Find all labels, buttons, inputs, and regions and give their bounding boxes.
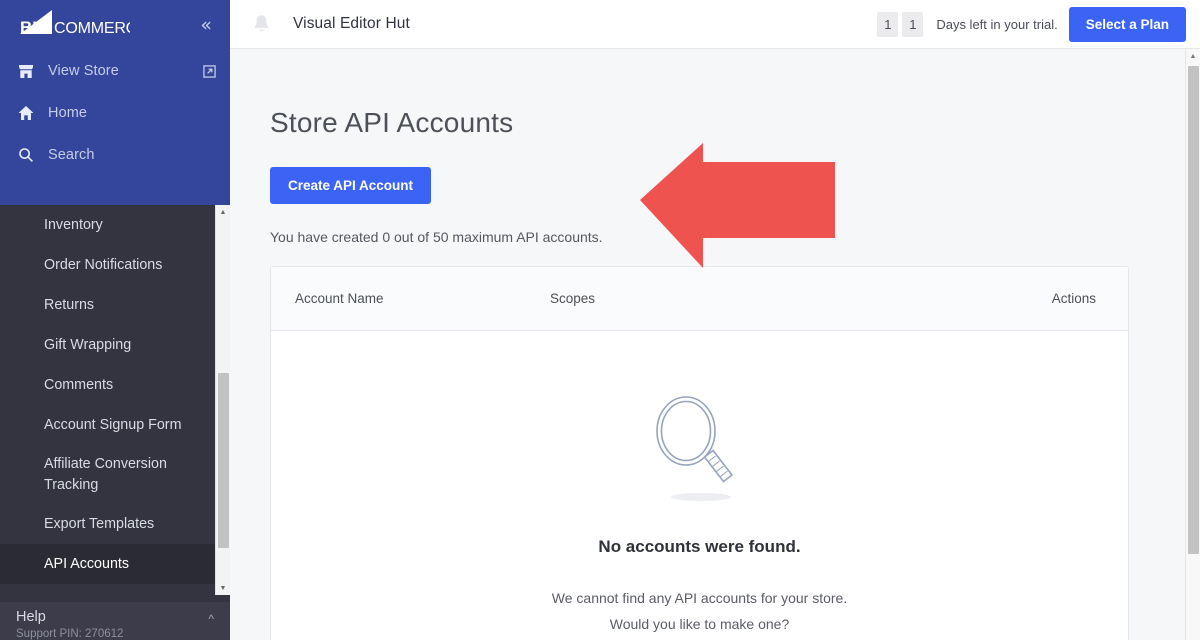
- column-header-account-name: Account Name: [295, 291, 384, 306]
- select-a-plan-button[interactable]: Select a Plan: [1068, 6, 1186, 42]
- sidebar-header: BIG COMMERCE « View Store: [0, 0, 230, 205]
- create-api-account-button[interactable]: Create API Account: [270, 167, 432, 204]
- sidebar-item-inventory[interactable]: Inventory: [0, 205, 230, 245]
- content-inner: Store API Accounts Create API Account Yo…: [230, 49, 1185, 640]
- store-title: Visual Editor Hut: [293, 15, 410, 32]
- bigcommerce-logo[interactable]: BIG COMMERCE: [12, 10, 130, 40]
- sidebar-subitem-label: Affiliate Conversion Tracking: [44, 456, 167, 493]
- sidebar-subitem-label: API Accounts: [44, 556, 130, 573]
- logo-row: BIG COMMERCE «: [0, 0, 230, 50]
- main-scrollbar-thumb[interactable]: [1188, 66, 1199, 554]
- page-title: Store API Accounts: [270, 107, 514, 138]
- caret-down-icon[interactable]: ▼: [216, 581, 230, 595]
- sidebar-subitem-label: Account Signup Form: [44, 416, 182, 433]
- sidebar-subitem-label: Returns: [44, 296, 95, 313]
- accounts-created-note: You have created 0 out of 50 maximum API…: [270, 229, 603, 245]
- sidebar-subitem-label: Inventory: [44, 216, 103, 233]
- sidebar-item-label: View Store: [48, 63, 119, 79]
- sidebar-submenu: Inventory Order Notifications Returns Gi…: [0, 205, 230, 640]
- content-scroll-area: Store API Accounts Create API Account Yo…: [230, 49, 1185, 640]
- sidebar-item-export-templates[interactable]: Export Templates: [0, 504, 230, 544]
- sidebar-item-gift-wrapping[interactable]: Gift Wrapping: [0, 325, 230, 365]
- sidebar-scrollbar-thumb[interactable]: [218, 373, 229, 548]
- sidebar-submenu-scroll-area: Inventory Order Notifications Returns Gi…: [0, 205, 230, 602]
- empty-state-title: No accounts were found.: [598, 537, 801, 556]
- svg-text:COMMERCE: COMMERCE: [54, 20, 130, 37]
- sidebar-subitem-label: Export Templates: [44, 516, 155, 533]
- sidebar-item-view-store[interactable]: View Store: [0, 50, 230, 92]
- magnifying-glass-illustration: [635, 389, 765, 511]
- sidebar-item-api-accounts[interactable]: API Accounts: [0, 544, 230, 585]
- caret-up-icon[interactable]: ▲: [1186, 49, 1200, 64]
- column-header-actions: Actions: [1051, 291, 1096, 306]
- help-title: Help: [16, 609, 46, 625]
- home-icon: [18, 105, 38, 121]
- trial-days-counter: 1 1: [877, 11, 924, 37]
- sidebar-item-affiliate-conversion-tracking[interactable]: Affiliate Conversion Tracking: [0, 445, 230, 504]
- bell-icon[interactable]: [252, 14, 271, 35]
- main-scrollbar[interactable]: ▲: [1185, 49, 1200, 640]
- app-root: BIG COMMERCE « View Store: [0, 0, 1200, 640]
- help-bar[interactable]: Help Support PIN: 270612 ^: [0, 602, 230, 640]
- chevron-up-icon[interactable]: ^: [208, 608, 214, 630]
- sidebar-item-account-signup-form[interactable]: Account Signup Form: [0, 405, 230, 445]
- sidebar-item-label: Home: [48, 105, 88, 121]
- topbar-right-group: 1 1 Days left in your trial. Select a Pl…: [877, 6, 1186, 42]
- column-header-scopes: Scopes: [550, 291, 596, 306]
- sidebar-subitem-label: Gift Wrapping: [44, 336, 132, 353]
- svg-text:BIG: BIG: [20, 18, 50, 37]
- top-bar: Visual Editor Hut 1 1 Days left in your …: [230, 0, 1200, 49]
- sidebar-item-home[interactable]: Home: [0, 92, 230, 134]
- trial-text: Days left in your trial.: [936, 16, 1058, 32]
- sidebar-item-returns[interactable]: Returns: [0, 285, 230, 325]
- caret-up-icon[interactable]: ▲: [216, 205, 230, 219]
- empty-state: No accounts were found. We cannot find a…: [271, 331, 1128, 640]
- external-link-icon: [203, 64, 216, 78]
- main-area: Visual Editor Hut 1 1 Days left in your …: [230, 0, 1200, 640]
- trial-digit: 1: [902, 11, 924, 37]
- store-icon: [18, 63, 38, 79]
- help-texts: Help Support PIN: 270612: [16, 608, 123, 640]
- sidebar: BIG COMMERCE « View Store: [0, 0, 230, 640]
- trial-digit: 1: [877, 11, 899, 37]
- sidebar-item-search[interactable]: Search: [0, 134, 230, 176]
- collapse-sidebar-button[interactable]: «: [196, 14, 216, 37]
- sidebar-item-label: Search: [48, 147, 95, 163]
- api-accounts-table: Account Name Scopes Actions No accounts …: [270, 266, 1129, 640]
- empty-state-line-1: We cannot find any API accounts for your…: [551, 590, 848, 606]
- empty-state-line-2: Would you like to make one?: [609, 616, 790, 632]
- sidebar-item-order-notifications[interactable]: Order Notifications: [0, 245, 230, 285]
- table-header-row: Account Name Scopes Actions: [271, 267, 1128, 331]
- search-icon: [18, 147, 38, 163]
- help-support-pin: Support PIN: 270612: [16, 628, 124, 640]
- sidebar-scrollbar[interactable]: ▲ ▼: [215, 205, 230, 595]
- sidebar-subitem-label: Comments: [44, 376, 114, 393]
- sidebar-subitem-label: Order Notifications: [44, 256, 163, 273]
- sidebar-item-comments[interactable]: Comments: [0, 365, 230, 405]
